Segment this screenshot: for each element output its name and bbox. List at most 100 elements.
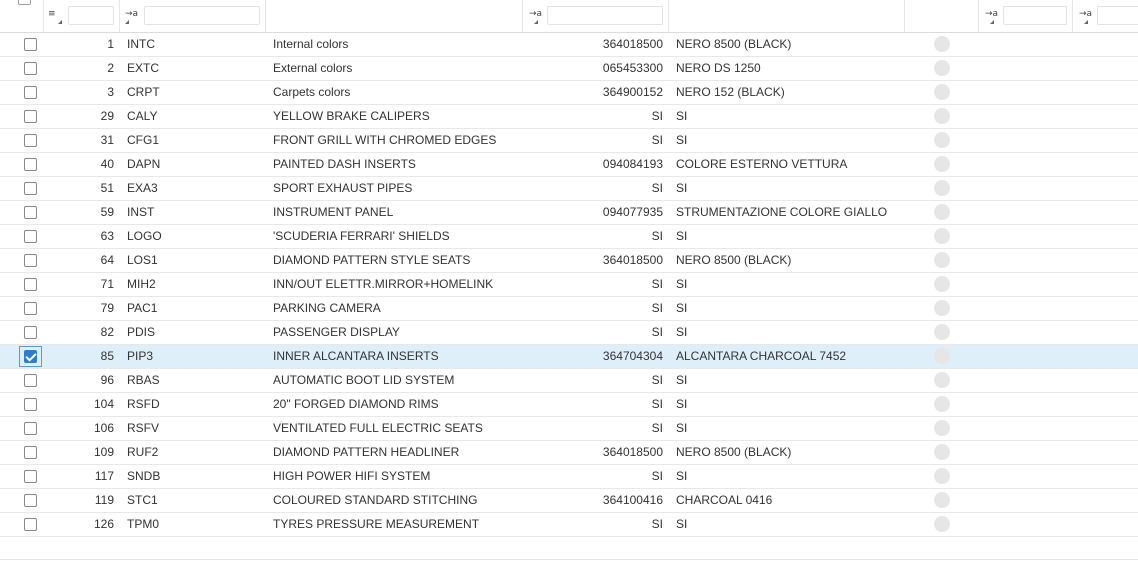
row-checkbox[interactable] (24, 182, 37, 195)
code-filter-input[interactable] (144, 6, 260, 25)
row-select-cell (0, 105, 60, 128)
table-row[interactable]: 106 RSFV VENTILATED FULL ELECTRIC SEATS SI S… (0, 417, 1138, 441)
row-number: 59 (100, 205, 114, 219)
list-filter-icon[interactable]: ≡ (48, 9, 56, 19)
row-checkbox[interactable] (24, 254, 37, 267)
status-dot-icon (934, 132, 950, 148)
table-row[interactable]: 96 RBAS AUTOMATIC BOOT LID SYSTEM SI SI (0, 369, 1138, 393)
row-checkbox[interactable] (24, 518, 37, 531)
row-checkbox[interactable] (24, 446, 37, 459)
text-filter-icon[interactable]: →a (125, 9, 138, 19)
row-number: 79 (100, 301, 114, 315)
table-row[interactable]: 109 RUF2 DIAMOND PATTERN HEADLINER 36401850… (0, 441, 1138, 465)
row-checkbox[interactable] (24, 326, 37, 339)
table-row[interactable]: 63 LOGO 'SCUDERIA FERRARI' SHIELDS SI SI (0, 225, 1138, 249)
table-row[interactable]: 104 RSFD 20" FORGED DIAMOND RIMS SI SI (0, 393, 1138, 417)
option-value: 364018500 (602, 37, 663, 51)
row-checkbox[interactable] (24, 494, 37, 507)
table-row[interactable]: 29 CALY YELLOW BRAKE CALIPERS SI SI (0, 105, 1138, 129)
filter-cell-extra-2: →a (1073, 0, 1138, 32)
row-checkbox[interactable] (24, 422, 37, 435)
option-value: SI (651, 301, 663, 315)
table-row[interactable]: 51 EXA3 SPORT EXHAUST PIPES SI SI (0, 177, 1138, 201)
row-checkbox[interactable] (24, 374, 37, 387)
row-checkbox[interactable] (24, 350, 37, 363)
filter-menu-corner-icon[interactable] (58, 20, 62, 24)
table-row[interactable]: 117 SNDB HIGH POWER HIFI SYSTEM SI SI (0, 465, 1138, 489)
extra-filter-input-2[interactable] (1097, 6, 1138, 25)
status-cell (930, 369, 954, 392)
option-description: INSTRUMENT PANEL (273, 205, 394, 219)
filter-menu-corner-icon[interactable] (990, 20, 994, 24)
filter-menu-corner-icon[interactable] (1084, 20, 1088, 24)
option-code: EXA3 (127, 181, 158, 195)
status-dot-icon (934, 372, 950, 388)
row-select-cell (0, 249, 60, 272)
option-value: 094084193 (602, 157, 663, 171)
row-checkbox[interactable] (24, 38, 37, 51)
row-number: 63 (100, 229, 114, 243)
table-row[interactable]: 85 PIP3 INNER ALCANTARA INSERTS 364704304 AL… (0, 345, 1138, 369)
table-row[interactable]: 64 LOS1 DIAMOND PATTERN STYLE SEATS 3640185… (0, 249, 1138, 273)
row-select-cell (0, 441, 60, 464)
status-cell (930, 513, 954, 536)
filter-cell-code: →a (120, 0, 266, 32)
text-filter-icon[interactable]: →a (529, 9, 542, 19)
option-description: HIGH POWER HIFI SYSTEM (273, 469, 431, 483)
row-checkbox[interactable] (24, 398, 37, 411)
row-checkbox[interactable] (24, 278, 37, 291)
filter-menu-corner-icon[interactable] (125, 20, 129, 24)
row-checkbox[interactable] (24, 86, 37, 99)
option-value-description: NERO 8500 (BLACK) (676, 445, 792, 459)
filter-cell-description (266, 0, 523, 32)
table-row[interactable]: 79 PAC1 PARKING CAMERA SI SI (0, 297, 1138, 321)
number-filter-input[interactable] (68, 6, 114, 25)
row-checkbox[interactable] (24, 470, 37, 483)
status-dot-icon (934, 228, 950, 244)
option-value: 364704304 (602, 349, 663, 363)
row-select-cell (0, 153, 60, 176)
option-value: SI (651, 181, 663, 195)
status-dot-icon (934, 420, 950, 436)
grid-body: 1 INTC Internal colors 364018500 NERO 8500 (… (0, 33, 1138, 537)
row-checkbox[interactable] (24, 158, 37, 171)
table-row[interactable]: 3 CRPT Carpets colors 364900152 NERO 152 (BL… (0, 81, 1138, 105)
filter-cell-number: ≡ (44, 0, 120, 32)
option-code: LOGO (127, 229, 162, 243)
row-number: 82 (100, 325, 114, 339)
filter-menu-corner-icon[interactable] (534, 20, 538, 24)
extra-filter-input-1[interactable] (1003, 6, 1067, 25)
option-code: RUF2 (127, 445, 159, 459)
value-filter-input[interactable] (547, 6, 663, 25)
table-row[interactable]: 31 CFG1 FRONT GRILL WITH CHROMED EDGES SI SI (0, 129, 1138, 153)
text-filter-icon[interactable]: →a (985, 9, 998, 19)
row-checkbox[interactable] (24, 206, 37, 219)
filter-cell-status (905, 0, 979, 32)
option-value-description: SI (676, 133, 688, 147)
table-row[interactable]: 59 INST INSTRUMENT PANEL 094077935 STRUMENTA… (0, 201, 1138, 225)
table-row[interactable]: 40 DAPN PAINTED DASH INSERTS 094084193 COLOR… (0, 153, 1138, 177)
table-row[interactable]: 2 EXTC External colors 065453300 NERO DS 125… (0, 57, 1138, 81)
option-description: DIAMOND PATTERN STYLE SEATS (273, 253, 471, 267)
row-checkbox[interactable] (24, 110, 37, 123)
row-checkbox[interactable] (24, 62, 37, 75)
row-number: 85 (100, 349, 114, 363)
table-row[interactable]: 119 STC1 COLOURED STANDARD STITCHING 364100… (0, 489, 1138, 513)
table-row[interactable]: 71 MIH2 INN/OUT ELETTR.MIRROR+HOMELINK SI SI (0, 273, 1138, 297)
option-value-description: SI (676, 517, 688, 531)
text-filter-icon[interactable]: →a (1079, 9, 1092, 19)
row-checkbox[interactable] (24, 230, 37, 243)
filter-cell-extra-1: →a (979, 0, 1073, 32)
table-row[interactable]: 1 INTC Internal colors 364018500 NERO 8500 (… (0, 33, 1138, 57)
table-row[interactable]: 126 TPM0 TYRES PRESSURE MEASUREMENT SI SI (0, 513, 1138, 537)
row-checkbox[interactable] (24, 302, 37, 315)
option-description: PARKING CAMERA (273, 301, 381, 315)
row-checkbox[interactable] (24, 134, 37, 147)
option-value: 364100416 (602, 493, 663, 507)
option-value: SI (651, 373, 663, 387)
option-description: FRONT GRILL WITH CHROMED EDGES (273, 133, 497, 147)
option-value: SI (651, 469, 663, 483)
status-dot-icon (934, 468, 950, 484)
table-row[interactable]: 82 PDIS PASSENGER DISPLAY SI SI (0, 321, 1138, 345)
select-all-checkbox[interactable] (18, 0, 31, 5)
